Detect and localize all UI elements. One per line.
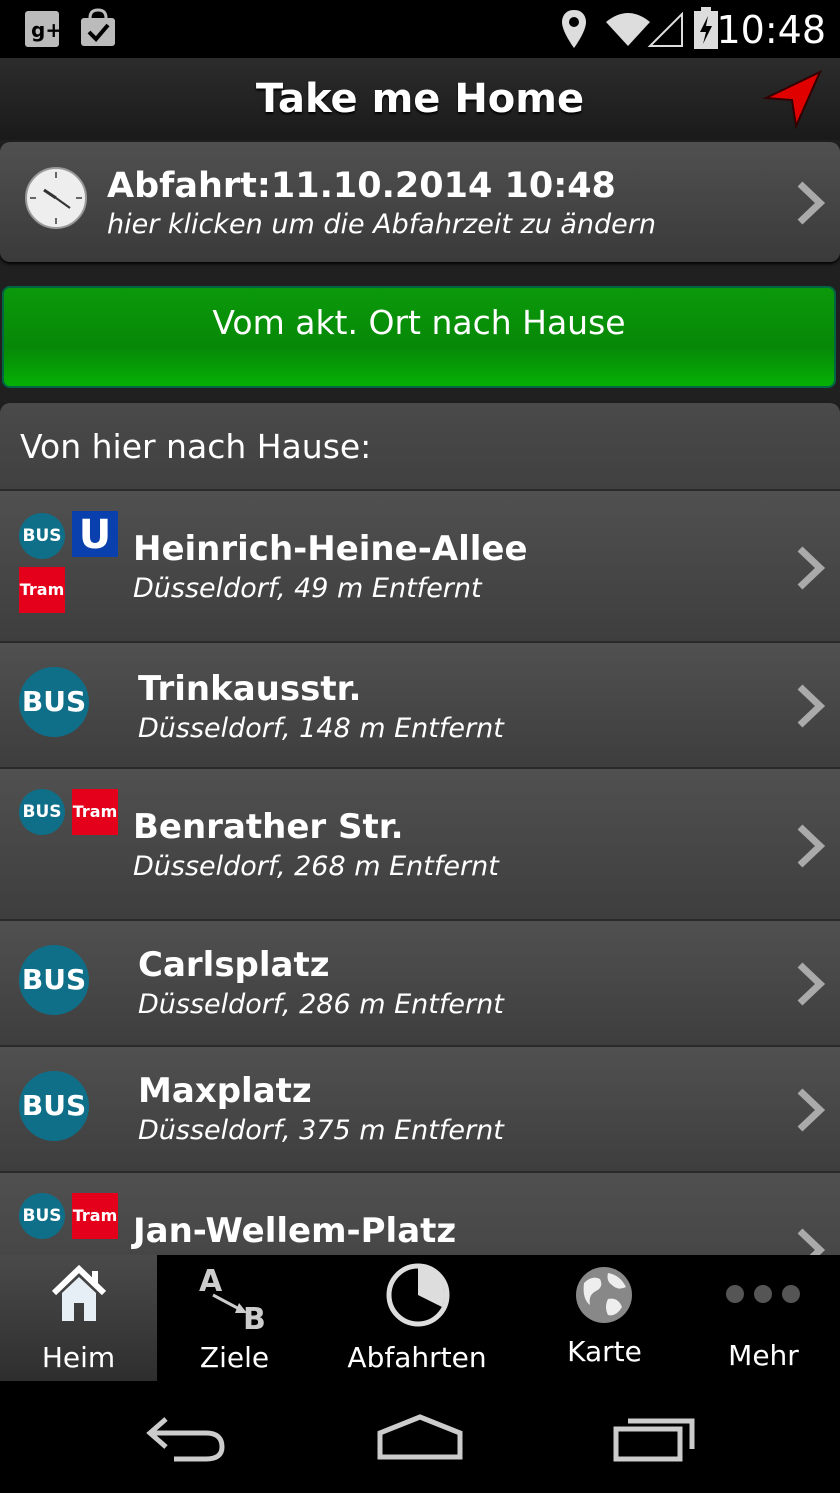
- bus-badge: BUS: [19, 1071, 89, 1141]
- list-header: Von hier nach Hause:: [20, 427, 372, 466]
- wifi-signal-icon: [606, 11, 683, 47]
- list-item[interactable]: BUS Trinkausstr. Düsseldorf, 148 m Entfe…: [0, 641, 840, 767]
- app-title: Take me Home: [255, 76, 585, 122]
- stop-name: Jan-Wellem-Platz: [133, 1211, 457, 1251]
- tram-badge: Tram: [72, 1193, 118, 1239]
- stop-name: Maxplatz: [138, 1071, 312, 1111]
- more-dots-icon: [726, 1285, 800, 1303]
- clock-icon: [25, 167, 87, 229]
- stop-name: Trinkausstr.: [138, 669, 362, 709]
- chevron-right-icon: [797, 684, 826, 728]
- app-bar: Take me Home: [0, 58, 840, 142]
- stop-detail: Düsseldorf, 375 m Entfernt: [138, 1115, 504, 1146]
- stop-name: Benrather Str.: [133, 807, 404, 847]
- list-item[interactable]: BUS Tram Benrather Str. Düsseldorf, 268 …: [0, 767, 840, 919]
- chevron-right-icon: [797, 181, 826, 225]
- departure-subtitle: hier klicken um die Abfahrzeit zu ändern: [107, 209, 656, 240]
- tab-abfahrten[interactable]: Abfahrten: [312, 1255, 522, 1381]
- main-content: Abfahrt:11.10.2014 10:48 hier klicken um…: [0, 140, 840, 1255]
- list-item[interactable]: BUS Carlsplatz Düsseldorf, 286 m Entfern…: [0, 919, 840, 1045]
- stop-detail: Düsseldorf, 286 m Entfernt: [138, 989, 504, 1020]
- pie-clock-icon: [386, 1263, 450, 1327]
- tab-label: Ziele: [199, 1341, 270, 1374]
- tab-heim[interactable]: Heim: [0, 1255, 157, 1381]
- recent-apps-icon[interactable]: [612, 1415, 698, 1465]
- chevron-right-icon: [797, 962, 826, 1006]
- status-bar: g+ 10:48: [0, 0, 840, 58]
- stop-detail: Düsseldorf, 268 m Entfernt: [133, 851, 499, 882]
- list-item[interactable]: BUS Maxplatz Düsseldorf, 375 m Entfernt: [0, 1045, 840, 1171]
- shopping-bag-check-icon: [81, 8, 115, 46]
- chevron-right-icon: [797, 1228, 826, 1255]
- status-time: 10:48: [716, 8, 826, 52]
- list-item[interactable]: BUS U Tram Heinrich-Heine-Allee Düsseldo…: [0, 489, 840, 641]
- location-pin-icon: [562, 10, 586, 48]
- bottom-tab-bar: Heim A B Ziele Abfahrten Karte Mehr: [0, 1255, 840, 1381]
- tab-karte[interactable]: Karte: [522, 1255, 687, 1381]
- departure-time-card[interactable]: Abfahrt:11.10.2014 10:48 hier klicken um…: [0, 142, 840, 262]
- ubahn-badge: U: [72, 511, 118, 558]
- b-letter: B: [243, 1302, 266, 1333]
- stop-detail: Düsseldorf, 49 m Entfernt: [133, 573, 482, 604]
- stops-list: Von hier nach Hause: BUS U Tram Heinrich…: [0, 403, 840, 1255]
- tram-badge: Tram: [19, 567, 65, 613]
- navigation-arrow-icon[interactable]: [762, 68, 824, 130]
- home-icon: [51, 1264, 107, 1321]
- list-item[interactable]: BUS Tram Jan-Wellem-Platz: [0, 1171, 840, 1255]
- home-nav-icon[interactable]: [374, 1409, 466, 1465]
- bus-badge: BUS: [19, 789, 65, 835]
- a-letter: A: [199, 1264, 223, 1299]
- chevron-right-icon: [797, 1088, 826, 1132]
- tab-mehr[interactable]: Mehr: [687, 1255, 840, 1381]
- chevron-right-icon: [797, 546, 826, 590]
- stop-name: Carlsplatz: [138, 945, 330, 985]
- tram-badge: Tram: [72, 789, 118, 835]
- svg-text:g+: g+: [31, 18, 60, 42]
- a-to-b-icon: A B: [199, 1264, 266, 1333]
- back-icon[interactable]: [144, 1409, 228, 1465]
- bus-badge: BUS: [19, 667, 89, 737]
- tab-label: Karte: [567, 1335, 642, 1368]
- system-nav-bar: [0, 1381, 840, 1493]
- departure-title: Abfahrt:11.10.2014 10:48: [107, 166, 616, 206]
- stop-name: Heinrich-Heine-Allee: [133, 529, 528, 569]
- tab-label: Mehr: [728, 1339, 799, 1372]
- bus-badge: BUS: [19, 945, 89, 1015]
- home-from-current-location-button[interactable]: Vom akt. Ort nach Hause: [2, 286, 836, 388]
- stop-detail: Düsseldorf, 148 m Entfernt: [138, 713, 504, 744]
- globe-icon: [576, 1267, 632, 1323]
- tab-label: Abfahrten: [347, 1341, 487, 1374]
- google-plus-icon: g+: [25, 11, 60, 47]
- tab-ziele[interactable]: A B Ziele: [157, 1255, 312, 1381]
- bus-badge: BUS: [19, 1193, 65, 1239]
- tab-label: Heim: [41, 1341, 116, 1374]
- bus-badge: BUS: [19, 513, 65, 559]
- chevron-right-icon: [797, 824, 826, 868]
